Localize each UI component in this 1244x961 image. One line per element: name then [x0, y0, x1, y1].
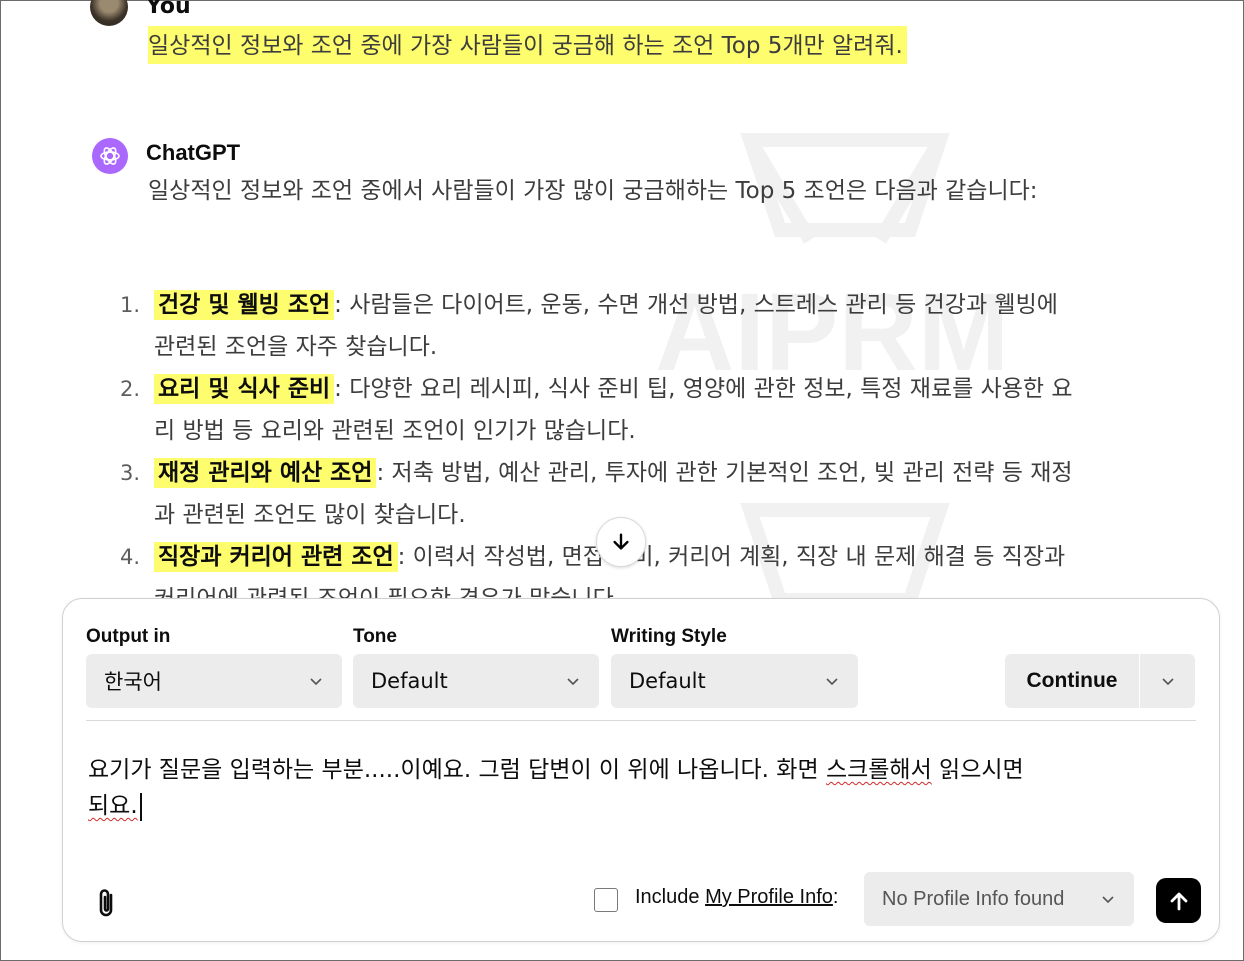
tone-label: Tone	[353, 626, 397, 647]
writing-style-label: Writing Style	[611, 626, 727, 647]
assistant-name: ChatGPT	[146, 140, 241, 165]
chat-scroll-area[interactable]: You 일상적인 정보와 조언 중에 가장 사람들이 궁금해 하는 조언 Top…	[0, 0, 1244, 600]
user-name: You	[146, 0, 191, 19]
arrow-down-icon	[613, 533, 629, 550]
tone-select[interactable]: Default	[353, 654, 599, 708]
scroll-down-button[interactable]	[596, 517, 646, 567]
paperclip-icon[interactable]	[92, 886, 122, 920]
user-message: 일상적인 정보와 조언 중에 가장 사람들이 궁금해 하는 조언 Top 5개만…	[148, 26, 907, 64]
chevron-down-icon	[826, 678, 838, 686]
chevron-down-icon	[310, 678, 322, 686]
item-title: 재정 관리와 예산 조언	[154, 458, 377, 488]
output-in-label: Output in	[86, 626, 171, 647]
continue-menu-button[interactable]	[1140, 673, 1195, 689]
chevron-down-icon	[1102, 896, 1114, 904]
prompt-input[interactable]: 요기가 질문을 입력하는 부분.....이예요. 그럼 답변이 이 위에 나옵니…	[88, 752, 1168, 824]
list-item: 1. 건강 및 웰빙 조언: 사람들은 다이어트, 운동, 수면 개선 방법, 스…	[120, 290, 1058, 360]
chatgpt-logo-icon	[92, 138, 128, 174]
list-item: 2. 요리 및 식사 준비: 다양한 요리 레시피, 식사 준비 팁, 영양에 관…	[120, 374, 1073, 444]
arrow-up-icon	[1170, 892, 1187, 910]
continue-split-button: Continue	[1005, 654, 1195, 708]
my-profile-info-link[interactable]: My Profile Info	[705, 886, 833, 908]
item-title: 건강 및 웰빙 조언	[154, 290, 335, 320]
list-item: 3. 재정 관리와 예산 조언: 저축 방법, 예산 관리, 투자에 관한 기본적…	[120, 458, 1073, 528]
user-avatar	[90, 0, 128, 26]
composer-divider	[86, 720, 1196, 721]
chevron-down-icon	[1161, 678, 1174, 686]
writing-style-select[interactable]: Default	[611, 654, 858, 708]
include-profile-checkbox[interactable]	[594, 888, 618, 912]
profile-info-select[interactable]: No Profile Info found	[864, 872, 1134, 926]
assistant-intro: 일상적인 정보와 조언 중에서 사람들이 가장 많이 궁금해하는 Top 5 조…	[148, 178, 1038, 204]
item-title: 직장과 커리어 관련 조언	[154, 542, 398, 572]
include-profile-label: Include My Profile Info:	[635, 886, 839, 908]
text-caret	[139, 792, 142, 821]
send-button[interactable]	[1156, 878, 1201, 923]
item-title: 요리 및 식사 준비	[154, 374, 335, 404]
chevron-down-icon	[567, 678, 579, 686]
continue-button[interactable]: Continue	[1005, 669, 1139, 693]
output-language-select[interactable]: 한국어	[86, 654, 342, 708]
